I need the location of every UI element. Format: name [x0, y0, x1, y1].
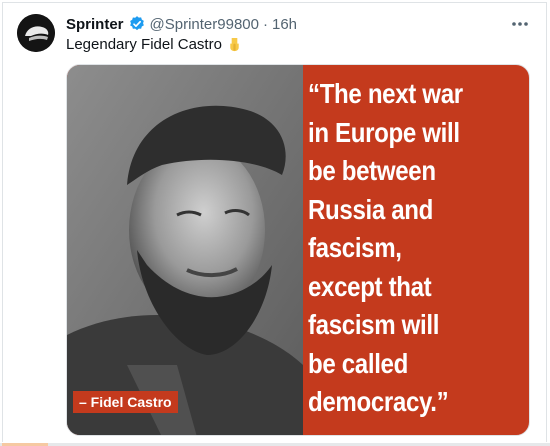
post-image[interactable]: “The next war in Europe will be between …	[66, 64, 530, 436]
quote-line: be between	[308, 155, 436, 186]
fidel-castro-portrait	[67, 65, 303, 435]
quote-text: “The next war in Europe will be between …	[308, 75, 497, 422]
avatar[interactable]	[17, 14, 55, 52]
post-text: Legendary Fidel Castro	[66, 36, 242, 53]
quote-attribution: – Fidel Castro	[73, 391, 178, 413]
post-timestamp[interactable]: 16h	[272, 16, 297, 33]
quote-line: Russia and	[308, 193, 434, 225]
avatar-image	[17, 14, 55, 52]
more-options-button[interactable]	[508, 14, 532, 34]
quote-line: fascism will	[308, 309, 440, 340]
author-handle[interactable]: @Sprinter99800	[150, 16, 259, 33]
more-horizontal-icon	[512, 22, 528, 26]
post-text-content: Legendary Fidel Castro	[66, 36, 222, 53]
quote-line: “The next war	[308, 78, 463, 109]
post-header: Sprinter @Sprinter99800 · 16h	[66, 14, 297, 34]
author-name[interactable]: Sprinter	[66, 16, 124, 33]
quote-line: democracy.”	[308, 386, 449, 417]
quote-line: except that	[308, 270, 432, 302]
verified-badge-icon	[128, 15, 146, 33]
quote-line: be called	[308, 347, 408, 379]
quote-line: fascism,	[308, 232, 402, 263]
quote-line: in Europe will	[308, 116, 460, 148]
pointing-down-hand-icon	[227, 37, 242, 52]
separator-dot: ·	[262, 15, 268, 33]
